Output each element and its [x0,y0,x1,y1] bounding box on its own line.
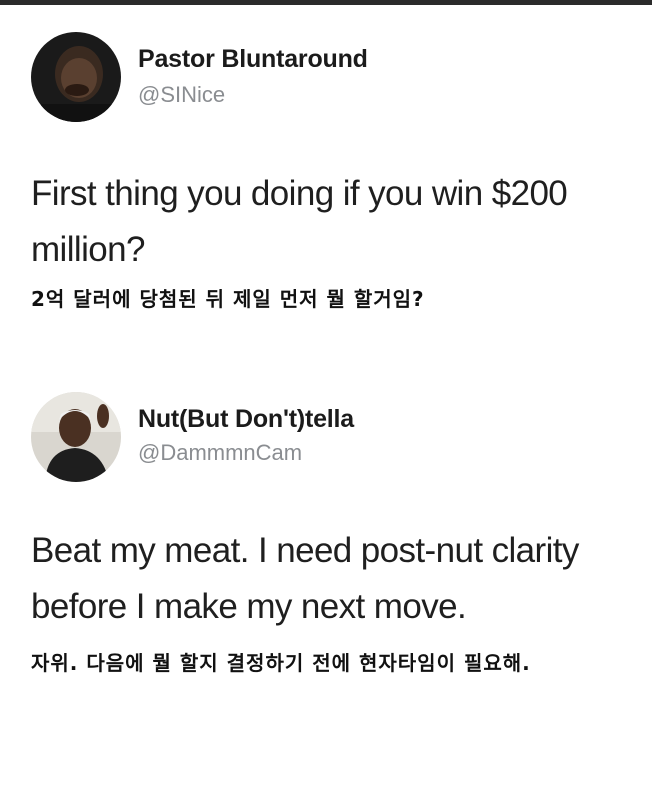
translation-text: 자위. 다음에 뭘 할지 결정하기 전에 현자타임이 필요해. [31,651,531,675]
avatar[interactable] [31,32,121,122]
display-name[interactable]: Pastor Bluntaround [138,45,368,74]
profile-photo-icon [31,392,121,482]
handle[interactable]: @SINice [138,82,225,108]
tweet-text: First thing you doing if you win $200 mi… [31,174,568,269]
translation-text: 2억 달러에 당첨된 뒤 제일 먼저 뭘 할거임? [31,287,425,311]
handle[interactable]: @DammmnCam [138,440,302,466]
tweet-text: Beat my meat. I need post-nut clarity be… [31,531,579,626]
profile-photo-icon [31,32,121,122]
display-name[interactable]: Nut(But Don't)tella [138,405,354,434]
avatar[interactable] [31,392,121,482]
top-border [0,0,652,5]
